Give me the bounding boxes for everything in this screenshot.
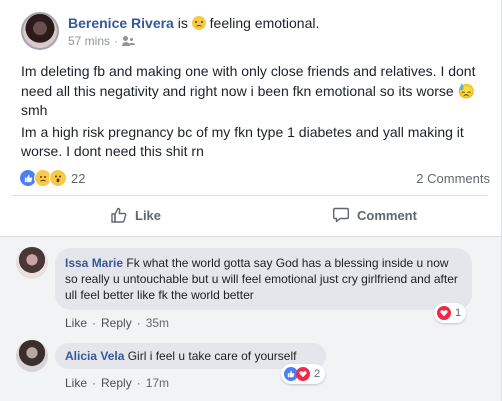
post-body: Im deleting fb and making one with only … xyxy=(21,62,486,162)
comment-bubble: Issa Marie Fk what the world gotta say G… xyxy=(55,248,472,310)
comment-reactions[interactable]: 2 xyxy=(281,364,326,384)
comments-divider xyxy=(0,236,501,237)
comment-text: Fk what the world gotta say God has a bl… xyxy=(65,256,458,302)
is-word: is xyxy=(177,15,188,31)
comment-meta: Like · Reply · 35m xyxy=(65,316,170,330)
post-timestamp[interactable]: 57 mins xyxy=(68,34,110,48)
comment-text: Girl i feel u take care of yourself xyxy=(127,349,297,363)
love-reaction-icon xyxy=(437,306,451,320)
comment-button[interactable]: Comment xyxy=(332,206,417,224)
reaction-count[interactable]: 22 xyxy=(71,171,85,186)
comment-like-link[interactable]: Like xyxy=(65,316,87,330)
commenter-avatar[interactable] xyxy=(16,340,48,372)
post-reactions[interactable]: 22 xyxy=(19,169,85,187)
thumbs-up-icon xyxy=(111,207,127,223)
love-reaction-icon xyxy=(296,367,310,381)
comment-icon xyxy=(333,207,349,223)
feeling-text: feeling emotional. xyxy=(209,15,320,31)
comment-count[interactable]: 2 Comments xyxy=(416,171,490,186)
comment-reaction-count: 2 xyxy=(314,368,321,380)
sad-face-icon xyxy=(191,16,206,30)
commenter-avatar[interactable] xyxy=(16,247,48,279)
author-avatar[interactable] xyxy=(21,12,59,50)
post-text-paragraph-1: Im deleting fb and making one with only … xyxy=(21,63,476,118)
post-text-paragraph-2: Im a high risk pregnancy bc of my fkn ty… xyxy=(21,123,464,160)
separator-dot: · xyxy=(114,34,119,48)
like-button-label: Like xyxy=(135,207,162,223)
comment-like-link[interactable]: Like xyxy=(65,376,87,390)
like-button[interactable]: Like xyxy=(110,206,161,224)
friends-privacy-icon[interactable] xyxy=(122,36,136,46)
commenter-name[interactable]: Alicia Vela xyxy=(65,349,124,363)
divider xyxy=(12,195,488,196)
comment-time[interactable]: 35m xyxy=(146,316,169,330)
post-header: Berenice Rivera is feeling emotional. 57… xyxy=(21,12,319,50)
comment-reaction-count: 1 xyxy=(455,307,462,319)
comment-reactions[interactable]: 1 xyxy=(434,303,467,323)
comment-reply-link[interactable]: Reply xyxy=(101,316,132,330)
wow-reaction-icon xyxy=(49,169,67,187)
commenter-name[interactable]: Issa Marie xyxy=(65,256,123,270)
comment-time[interactable]: 17m xyxy=(146,376,169,390)
comment-button-label: Comment xyxy=(357,207,417,223)
comment-meta: Like · Reply · 17m xyxy=(65,376,170,390)
author-name[interactable]: Berenice Rivera xyxy=(68,15,174,31)
comment-reply-link[interactable]: Reply xyxy=(101,376,132,390)
